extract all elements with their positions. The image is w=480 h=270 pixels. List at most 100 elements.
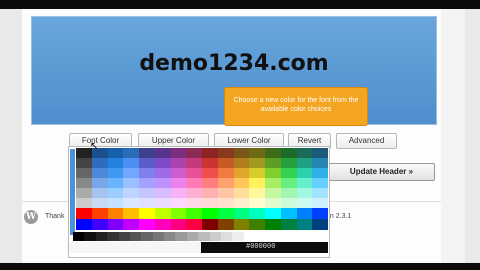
color-swatch[interactable]: [186, 168, 202, 178]
color-swatch[interactable]: [217, 219, 234, 230]
color-swatch[interactable]: [123, 188, 139, 198]
color-swatch[interactable]: [265, 208, 281, 219]
color-swatch[interactable]: [141, 232, 153, 241]
color-swatch[interactable]: [91, 198, 108, 208]
color-swatch[interactable]: [312, 188, 328, 198]
color-swatch[interactable]: [76, 219, 92, 230]
color-swatch[interactable]: [296, 148, 313, 158]
color-swatch[interactable]: [129, 232, 142, 241]
color-swatch[interactable]: [312, 178, 328, 188]
color-swatch[interactable]: [139, 208, 155, 219]
color-swatch[interactable]: [280, 178, 297, 188]
color-swatch[interactable]: [220, 232, 233, 241]
color-swatch[interactable]: [280, 198, 297, 208]
color-swatch[interactable]: [154, 158, 171, 168]
color-swatch[interactable]: [123, 219, 139, 230]
color-swatch[interactable]: [265, 198, 281, 208]
color-swatch[interactable]: [139, 158, 155, 168]
color-swatch[interactable]: [186, 178, 202, 188]
color-swatch[interactable]: [186, 232, 199, 241]
color-swatch[interactable]: [280, 188, 297, 198]
color-swatch[interactable]: [170, 198, 187, 208]
color-swatch[interactable]: [170, 188, 187, 198]
color-swatch[interactable]: [217, 208, 234, 219]
color-swatch[interactable]: [233, 208, 250, 219]
update-header-button[interactable]: Update Header »: [328, 163, 435, 181]
color-swatch[interactable]: [296, 178, 313, 188]
color-swatch[interactable]: [312, 219, 328, 230]
color-swatch[interactable]: [95, 232, 108, 241]
color-swatch[interactable]: [76, 198, 92, 208]
color-swatch[interactable]: [232, 232, 244, 241]
color-swatch[interactable]: [139, 178, 155, 188]
color-swatch[interactable]: [202, 168, 218, 178]
color-swatch[interactable]: [170, 168, 187, 178]
color-swatch[interactable]: [175, 232, 187, 241]
color-swatch[interactable]: [91, 178, 108, 188]
color-swatch[interactable]: [312, 158, 328, 168]
color-swatch[interactable]: [243, 232, 255, 241]
color-swatch[interactable]: [202, 208, 218, 219]
color-swatch[interactable]: [107, 208, 124, 219]
color-swatch[interactable]: [186, 158, 202, 168]
color-swatch[interactable]: [280, 208, 297, 219]
color-swatch[interactable]: [265, 178, 281, 188]
color-swatch[interactable]: [139, 188, 155, 198]
color-swatch[interactable]: [186, 188, 202, 198]
color-swatch[interactable]: [217, 198, 234, 208]
color-swatch[interactable]: [118, 232, 130, 241]
color-swatch[interactable]: [107, 148, 124, 158]
color-swatch[interactable]: [186, 208, 202, 219]
color-swatch[interactable]: [202, 188, 218, 198]
color-swatch[interactable]: [280, 219, 297, 230]
color-swatch[interactable]: [107, 219, 124, 230]
color-swatch[interactable]: [312, 168, 328, 178]
color-swatch[interactable]: [296, 198, 313, 208]
color-swatch[interactable]: [202, 198, 218, 208]
color-swatch[interactable]: [265, 219, 281, 230]
color-swatch[interactable]: [76, 188, 92, 198]
color-swatch[interactable]: [202, 219, 218, 230]
color-swatch[interactable]: [265, 188, 281, 198]
color-swatch[interactable]: [280, 148, 297, 158]
color-swatch[interactable]: [233, 198, 250, 208]
color-swatch[interactable]: [217, 178, 234, 188]
color-swatch[interactable]: [233, 148, 250, 158]
color-swatch[interactable]: [76, 158, 92, 168]
color-swatch[interactable]: [170, 178, 187, 188]
color-swatch[interactable]: [249, 198, 265, 208]
color-swatch[interactable]: [107, 232, 119, 241]
color-swatch[interactable]: [107, 168, 124, 178]
color-swatch[interactable]: [186, 198, 202, 208]
color-swatch[interactable]: [154, 188, 171, 198]
color-swatch[interactable]: [91, 158, 108, 168]
color-swatch[interactable]: [296, 208, 313, 219]
color-swatch[interactable]: [233, 168, 250, 178]
color-swatch[interactable]: [123, 208, 139, 219]
color-swatch[interactable]: [233, 158, 250, 168]
color-swatch[interactable]: [186, 148, 202, 158]
color-swatch[interactable]: [76, 178, 92, 188]
color-swatch[interactable]: [217, 188, 234, 198]
color-swatch[interactable]: [296, 219, 313, 230]
color-swatch[interactable]: [107, 188, 124, 198]
color-swatch[interactable]: [233, 178, 250, 188]
color-swatch[interactable]: [170, 219, 187, 230]
color-swatch[interactable]: [202, 158, 218, 168]
color-swatch[interactable]: [154, 219, 171, 230]
color-swatch[interactable]: [186, 219, 202, 230]
color-swatch[interactable]: [107, 158, 124, 168]
color-swatch[interactable]: [170, 158, 187, 168]
color-swatch[interactable]: [139, 198, 155, 208]
color-swatch[interactable]: [312, 198, 328, 208]
color-swatch[interactable]: [139, 168, 155, 178]
color-swatch[interactable]: [265, 158, 281, 168]
color-swatch[interactable]: [296, 158, 313, 168]
color-swatch[interactable]: [91, 219, 108, 230]
color-swatch[interactable]: [123, 148, 139, 158]
color-swatch[interactable]: [249, 208, 265, 219]
color-swatch[interactable]: [249, 178, 265, 188]
color-swatch[interactable]: [249, 148, 265, 158]
color-swatch[interactable]: [249, 219, 265, 230]
color-swatch[interactable]: [170, 148, 187, 158]
